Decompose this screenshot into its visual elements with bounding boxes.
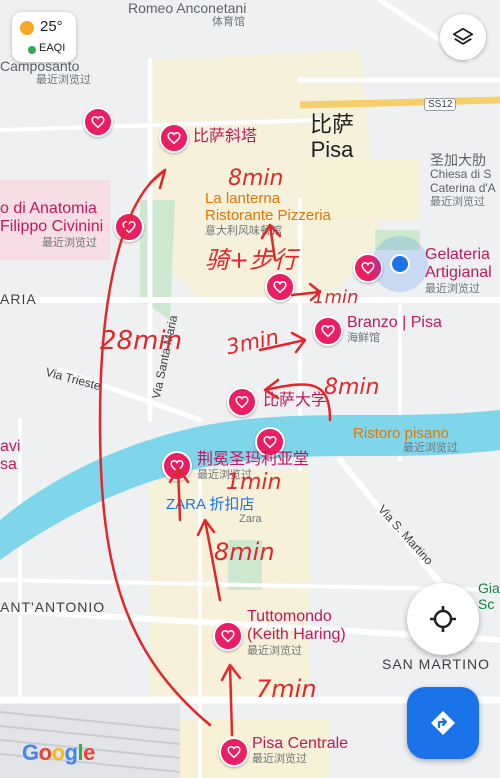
tuttomondo-sub: 最近浏览过: [247, 644, 302, 657]
avi-label[interactable]: avi sa: [0, 438, 20, 475]
pin-university[interactable]: [227, 387, 257, 417]
pin-pisa-centrale[interactable]: [219, 737, 249, 767]
weather-chip[interactable]: 25° EAQI: [12, 12, 76, 62]
heart-icon: [122, 220, 136, 234]
camposanto-label[interactable]: Camposanto 最近浏览过: [0, 58, 91, 87]
annotation-8min-mid: 8min: [324, 375, 380, 400]
chiesa-name3: Caterina d'A: [430, 180, 496, 195]
annotation-8min-low: 8min: [214, 538, 275, 566]
pin-santa-maria[interactable]: [162, 451, 192, 481]
anatomia-label[interactable]: o di Anatomia Filippo Civinini 最近浏览过: [0, 200, 103, 249]
annotation-8min-top: 8min: [228, 166, 284, 191]
stadium-label[interactable]: Romeo Anconetani 体育馆: [128, 0, 246, 29]
heart-icon: [263, 435, 277, 449]
my-location-button[interactable]: [407, 583, 479, 655]
pisa-centrale-sub: 最近浏览过: [252, 753, 307, 766]
city-name-en: Pisa: [310, 137, 354, 163]
zara-label[interactable]: ZARA 折扣店 Zara: [166, 496, 262, 526]
directions-icon: [431, 711, 455, 735]
heart-icon: [235, 395, 249, 409]
weather-aqi: EAQI: [39, 42, 66, 54]
crosshair-icon: [430, 606, 456, 632]
branzo-name: Branzo | Pisa: [347, 314, 442, 331]
pisa-centrale-label[interactable]: Pisa Centrale 最近浏览过: [252, 735, 348, 766]
chiesa-name: 圣加大肋: [430, 152, 486, 168]
santa-maria-name: 荆冕圣玛利亚堂: [197, 451, 310, 468]
current-location-core: [390, 254, 410, 274]
ristoro-label[interactable]: Ristoro pisano 最近浏览过: [353, 425, 458, 455]
tuttomondo-name2: (Keith Haring): [247, 626, 346, 644]
zara-name: ZARA 折扣店: [166, 496, 255, 513]
branzo-label[interactable]: Branzo | Pisa 海鲜馆: [347, 314, 442, 345]
current-location-dot: [372, 236, 428, 292]
pin-leaning-tower[interactable]: [159, 123, 189, 153]
weather-temp: 25°: [40, 18, 63, 35]
gelateria-name2: Artigianal: [425, 264, 492, 282]
chiesa-sub: 最近浏览过: [430, 195, 485, 208]
annotation-1min-top: 1min: [313, 287, 359, 308]
gelateria-name: Gelateria: [425, 246, 490, 263]
anatomia-name2: Filippo Civinini: [0, 218, 104, 236]
zara-sub: Zara: [239, 513, 262, 526]
annotation-1min-mid: 1min: [226, 470, 282, 495]
anatomia-name: o di Anatomia: [0, 200, 97, 217]
annotation-walk-note: 骑+步行: [205, 246, 298, 274]
district-sant-antonio: ANT'ANTONIO: [0, 599, 106, 615]
pisa-centrale-name: Pisa Centrale: [252, 735, 349, 752]
la-lanterna-name2: Ristorante Pizzeria: [205, 207, 331, 225]
directions-button[interactable]: [407, 687, 479, 759]
layers-icon: [452, 27, 474, 45]
city-label: 比萨 Pisa: [300, 112, 364, 163]
camposanto-sub: 最近浏览过: [36, 74, 91, 87]
heart-icon: [170, 459, 184, 473]
leaning-tower-name: 比萨斜塔: [193, 128, 258, 145]
stadium-sub: 体育馆: [212, 16, 245, 29]
pin-tuttomondo[interactable]: [213, 621, 243, 651]
district-san-martino: SAN MARTINO: [382, 656, 490, 672]
gia-label[interactable]: Gia Sc: [478, 580, 500, 612]
pin-branzo[interactable]: [313, 316, 343, 346]
city-name-zh: 比萨: [309, 112, 354, 137]
ss12-shield: SS12: [424, 98, 457, 111]
la-lanterna-name: La lanterna: [205, 190, 281, 207]
chiesa-label[interactable]: 圣加大肋 Chiesa di S Caterina d'A 最近浏览过: [430, 152, 496, 208]
heart-icon: [91, 115, 105, 129]
branzo-sub: 海鲜馆: [347, 332, 380, 345]
avi-name2: sa: [0, 456, 17, 474]
anatomia-sub: 最近浏览过: [42, 236, 97, 249]
pin-camposanto[interactable]: [83, 107, 113, 137]
sun-icon: [20, 21, 34, 35]
university-label[interactable]: 比萨大学: [263, 392, 327, 410]
chiesa-name2: Chiesa di S: [430, 167, 492, 182]
ristoro-name: Ristoro pisano: [353, 425, 449, 442]
google-logo: Google: [22, 740, 95, 765]
annotation-28min: 28min: [100, 326, 183, 356]
annotation-7min: 7min: [256, 675, 317, 703]
gelateria-sub: 最近浏览过: [425, 282, 480, 295]
ristoro-sub: 最近浏览过: [403, 442, 458, 455]
avi-name: avi: [0, 438, 21, 455]
la-lanterna-sub: 意大利风味餐馆: [205, 224, 282, 237]
gia-name2: Sc: [478, 596, 495, 613]
tuttomondo-name: Tuttomondo: [247, 608, 332, 625]
layers-button[interactable]: [440, 14, 486, 60]
heart-icon: [321, 324, 335, 338]
pin-lanterna[interactable]: [265, 272, 295, 302]
district-aria: ARIA: [0, 291, 37, 307]
la-lanterna-label[interactable]: La lanterna Ristorante Pizzeria 意大利风味餐馆: [205, 190, 331, 237]
heart-icon: [227, 745, 241, 759]
tuttomondo-label[interactable]: Tuttomondo (Keith Haring) 最近浏览过: [247, 608, 346, 657]
gelateria-label[interactable]: Gelateria Artigianal 最近浏览过: [425, 246, 492, 295]
heart-icon: [221, 629, 235, 643]
pin-anatomia[interactable]: [114, 212, 144, 242]
university-name: 比萨大学: [263, 392, 328, 409]
aqi-status-icon: [28, 46, 36, 54]
romeo-name: Romeo Anconetani: [128, 0, 247, 16]
gia-name: Gia: [478, 580, 500, 596]
leaning-tower-label[interactable]: 比萨斜塔: [193, 128, 257, 146]
heart-icon: [273, 280, 287, 294]
heart-icon: [167, 131, 181, 145]
